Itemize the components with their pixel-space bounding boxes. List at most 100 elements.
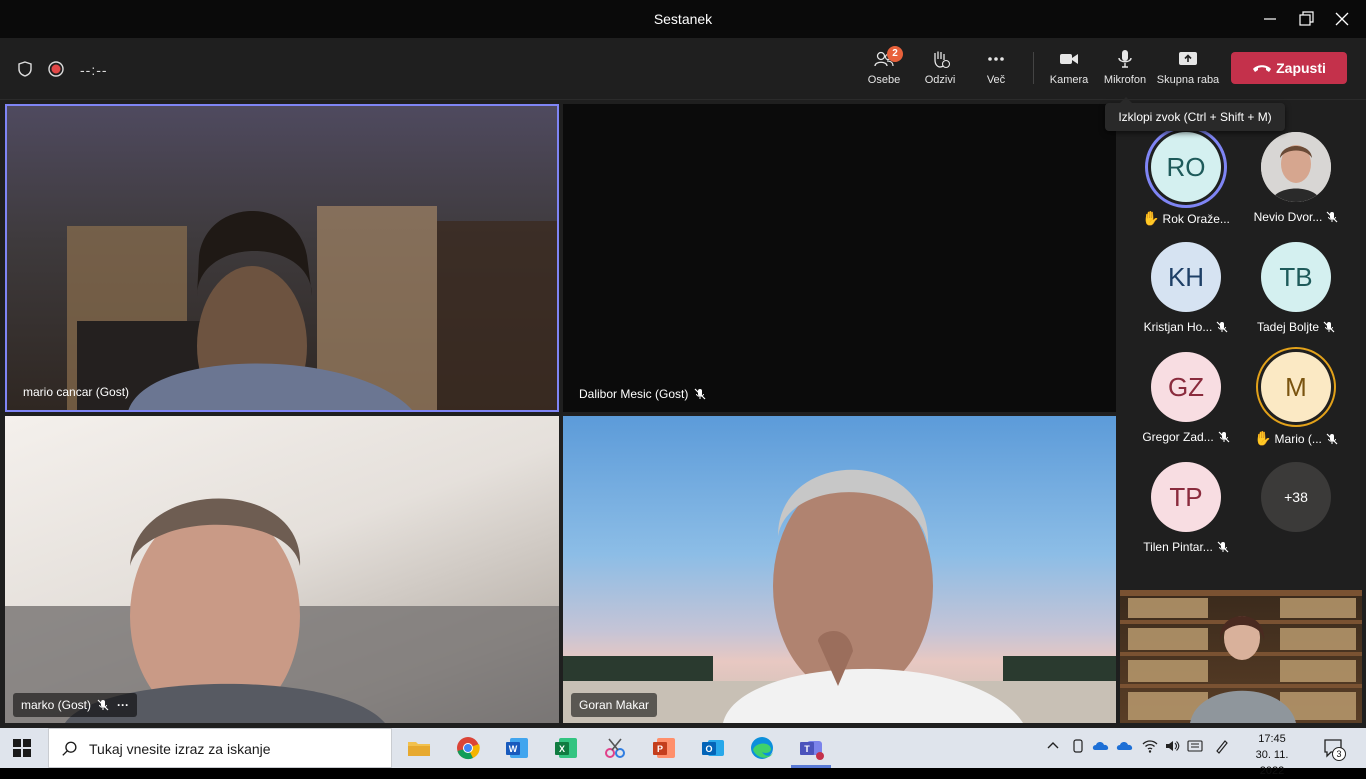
more-participants-count: +38 bbox=[1261, 462, 1331, 532]
participant-card[interactable]: TP Tilen Pintar... bbox=[1131, 460, 1241, 566]
word-icon[interactable]: W bbox=[503, 734, 531, 762]
avatar-photo bbox=[1261, 132, 1331, 202]
excel-icon[interactable]: X bbox=[552, 734, 580, 762]
participant-card[interactable]: RO ✋ Rok Oraže... bbox=[1131, 130, 1241, 236]
teams-icon[interactable]: T bbox=[797, 734, 825, 762]
more-label: Več bbox=[986, 74, 1006, 86]
meeting-timer: --:-- bbox=[80, 62, 108, 78]
raised-hand-icon: ✋ bbox=[1254, 430, 1272, 446]
reactions-button[interactable]: Odzivi bbox=[918, 48, 962, 94]
participant-card[interactable]: M ✋ Mario (... bbox=[1241, 350, 1351, 456]
participant-name: ✋ Rok Oraže... bbox=[1142, 210, 1230, 226]
wifi-icon[interactable] bbox=[1142, 738, 1158, 754]
windows-taskbar: Tukaj vnesite izraz za iskanje W X P O T… bbox=[0, 728, 1366, 777]
minimize-icon bbox=[1264, 18, 1276, 20]
avatar: TP bbox=[1151, 462, 1221, 532]
volume-icon[interactable] bbox=[1164, 738, 1180, 754]
video-tile[interactable]: Dalibor Mesic (Gost) bbox=[563, 104, 1116, 412]
avatar: KH bbox=[1151, 242, 1221, 312]
mic-off-icon bbox=[694, 388, 706, 400]
maximize-button[interactable] bbox=[1295, 8, 1317, 30]
title-bar: Sestanek bbox=[0, 0, 1366, 38]
participant-card[interactable]: GZ Gregor Zad... bbox=[1131, 350, 1241, 456]
participant-name: Nevio Dvor... bbox=[1241, 210, 1351, 224]
mic-off-icon bbox=[1326, 211, 1338, 223]
meeting-toolbar: --:-- 2 Osebe Odzivi Več Kamera Mikrofon… bbox=[0, 38, 1366, 100]
teams-meeting-window: Sestanek --:-- 2 Osebe Odzivi Več Kamera… bbox=[0, 0, 1366, 777]
more-participants-button[interactable]: +38 bbox=[1241, 460, 1351, 566]
toolbar-divider bbox=[1033, 52, 1034, 84]
raise-hand-icon bbox=[934, 51, 951, 69]
microphone-button[interactable]: Mikrofon bbox=[1100, 48, 1150, 94]
participant-name: Kristjan Ho... bbox=[1131, 320, 1241, 334]
video-feed bbox=[5, 498, 559, 723]
video-tile[interactable]: marko (Gost) ··· bbox=[5, 416, 559, 723]
mic-off-icon bbox=[1326, 433, 1338, 445]
video-tile[interactable]: mario cancar (Gost) bbox=[5, 104, 559, 412]
close-button[interactable] bbox=[1331, 8, 1353, 30]
avatar: TB bbox=[1261, 242, 1331, 312]
onedrive-icon[interactable] bbox=[1116, 738, 1134, 754]
file-explorer-icon[interactable] bbox=[405, 734, 433, 762]
share-button[interactable]: Skupna raba bbox=[1156, 48, 1220, 94]
avatar: M bbox=[1261, 352, 1331, 422]
system-clock[interactable]: 17:45 30. 11. 2022 bbox=[1242, 731, 1302, 779]
taskbar-search-box[interactable]: Tukaj vnesite izraz za iskanje bbox=[48, 728, 392, 768]
participant-name: Tilen Pintar... bbox=[1131, 540, 1241, 554]
minimize-button[interactable] bbox=[1259, 8, 1281, 30]
restore-icon bbox=[1299, 11, 1314, 26]
search-placeholder: Tukaj vnesite izraz za iskanje bbox=[89, 741, 271, 757]
video-feed bbox=[1120, 590, 1362, 723]
leave-label: Zapusti bbox=[1276, 60, 1326, 76]
more-icon bbox=[988, 57, 1004, 61]
clock-date: 30. 11. 2022 bbox=[1255, 749, 1289, 777]
svg-text:X: X bbox=[559, 744, 565, 754]
participant-name: Tadej Boljte bbox=[1241, 320, 1351, 334]
avatar: RO bbox=[1151, 132, 1221, 202]
notification-count: 3 bbox=[1332, 747, 1346, 761]
video-tile[interactable]: Goran Makar bbox=[563, 416, 1116, 723]
camera-button[interactable]: Kamera bbox=[1046, 48, 1092, 94]
mic-off-icon bbox=[1217, 541, 1229, 553]
more-options-icon[interactable]: ··· bbox=[117, 698, 129, 712]
video-feed bbox=[67, 206, 557, 410]
clock-time: 17:45 bbox=[1258, 733, 1286, 745]
close-icon bbox=[1335, 12, 1349, 26]
language-icon[interactable] bbox=[1187, 738, 1203, 754]
recording-icon bbox=[47, 60, 65, 78]
participant-card[interactable]: TB Tadej Boljte bbox=[1241, 240, 1351, 346]
powerpoint-icon[interactable]: P bbox=[650, 734, 678, 762]
reactions-label: Odzivi bbox=[924, 74, 956, 86]
share-screen-icon bbox=[1179, 52, 1197, 65]
svg-text:W: W bbox=[509, 744, 518, 754]
mic-off-icon bbox=[1216, 321, 1228, 333]
microphone-icon bbox=[1118, 50, 1132, 68]
avatar: GZ bbox=[1151, 352, 1221, 422]
participant-card[interactable]: KH Kristjan Ho... bbox=[1131, 240, 1241, 346]
share-label: Skupna raba bbox=[1156, 74, 1220, 86]
pen-icon[interactable] bbox=[1214, 738, 1230, 754]
people-count-badge: 2 bbox=[887, 46, 903, 62]
participant-name: Gregor Zad... bbox=[1131, 430, 1241, 444]
svg-text:T: T bbox=[804, 744, 810, 754]
people-button[interactable]: 2 Osebe bbox=[862, 46, 906, 94]
more-button[interactable]: Več bbox=[974, 48, 1018, 94]
onedrive-icon[interactable] bbox=[1092, 738, 1110, 754]
windows-start-button[interactable] bbox=[12, 738, 32, 758]
participant-gallery: RO ✋ Rok Oraže... Nevio Dvor... KH Kristj… bbox=[1120, 130, 1366, 585]
mic-off-icon bbox=[1218, 431, 1230, 443]
participant-card[interactable]: Nevio Dvor... bbox=[1241, 130, 1351, 236]
leave-button[interactable]: Zapusti bbox=[1231, 52, 1347, 84]
edge-icon[interactable] bbox=[748, 734, 776, 762]
video-feed bbox=[563, 469, 1116, 723]
chrome-icon[interactable] bbox=[454, 734, 482, 762]
snipping-tool-icon[interactable] bbox=[601, 734, 629, 762]
participant-name-chip: Dalibor Mesic (Gost) bbox=[571, 382, 714, 406]
notifications-button[interactable]: 3 bbox=[1322, 737, 1346, 761]
outlook-icon[interactable]: O bbox=[699, 734, 727, 762]
self-video-preview[interactable] bbox=[1120, 590, 1362, 723]
chevron-up-icon[interactable] bbox=[1045, 738, 1061, 754]
shield-icon[interactable] bbox=[16, 60, 34, 78]
device-icon[interactable] bbox=[1070, 738, 1086, 754]
mic-off-icon bbox=[1323, 321, 1335, 333]
